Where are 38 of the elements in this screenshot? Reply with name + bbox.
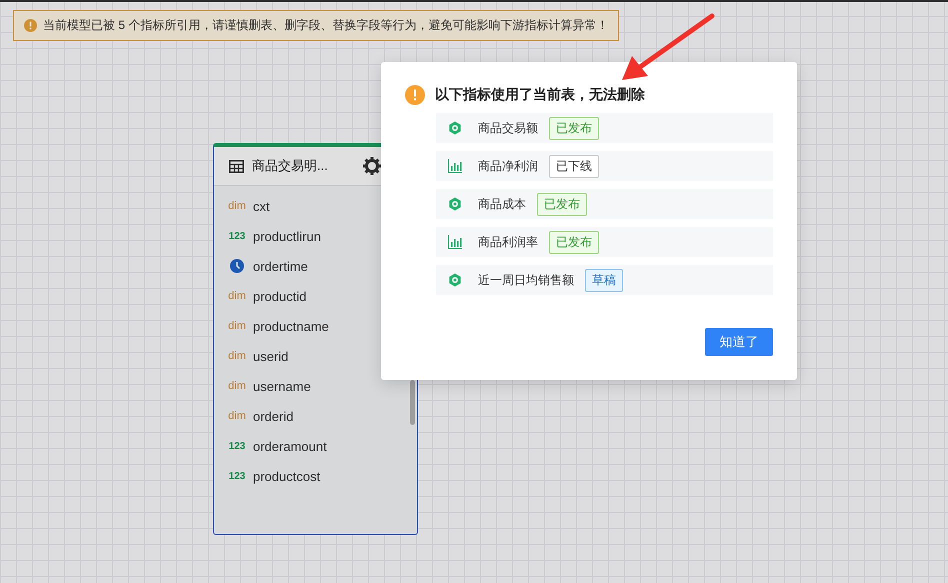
metric-item[interactable]: 商品成本 已发布 (436, 189, 773, 219)
number-type-icon: 123 (229, 440, 245, 452)
field-name: username (253, 378, 311, 394)
status-tag: 已发布 (549, 230, 599, 254)
status-tag: 已发布 (537, 192, 587, 216)
table-title: 商品交易明... (252, 157, 328, 175)
dimension-type-icon: dim (229, 200, 245, 212)
metric-name: 商品交易额 (478, 120, 538, 136)
number-type-icon: 123 (229, 230, 245, 242)
field-name: productcost (253, 468, 320, 484)
field-name: productlirun (253, 228, 321, 244)
warning-text: 当前模型已被 5 个指标所引用，请谨慎删表、删字段、替换字段等行为，避免可能影响下游指标计算异常！ (43, 17, 608, 34)
field-name: orderid (253, 408, 294, 424)
metric-item[interactable]: 商品净利润 已下线 (436, 151, 773, 181)
field-name: ordertime (253, 258, 308, 274)
metric-item[interactable]: 商品利润率 已发布 (436, 227, 773, 257)
field-name: orderamount (253, 438, 327, 454)
field-name: userid (253, 348, 288, 364)
dimension-type-icon: dim (229, 380, 245, 392)
metric-name: 商品成本 (478, 196, 526, 212)
status-tag: 草稿 (585, 268, 623, 292)
metric-name: 商品净利润 (478, 158, 538, 174)
status-tag: 已发布 (549, 116, 599, 140)
number-type-icon: 123 (229, 470, 245, 482)
field-name: productname (253, 318, 329, 334)
dimension-type-icon: dim (229, 290, 245, 302)
dimension-type-icon: dim (229, 350, 245, 362)
dimension-type-icon: dim (229, 410, 245, 422)
dialog-title: 以下指标使用了当前表，无法删除 (435, 86, 645, 104)
dimension-type-icon: dim (229, 320, 245, 332)
status-tag: 已下线 (549, 154, 599, 178)
metric-item[interactable]: 近一周日均销售额 草稿 (436, 265, 773, 295)
metric-item[interactable]: 商品交易额 已发布 (436, 113, 773, 143)
field-name: cxt (253, 198, 270, 214)
metric-name: 近一周日均销售额 (478, 272, 574, 288)
metric-name: 商品利润率 (478, 234, 538, 250)
confirm-button[interactable]: 知道了 (705, 328, 773, 356)
field-name: productid (253, 288, 306, 304)
